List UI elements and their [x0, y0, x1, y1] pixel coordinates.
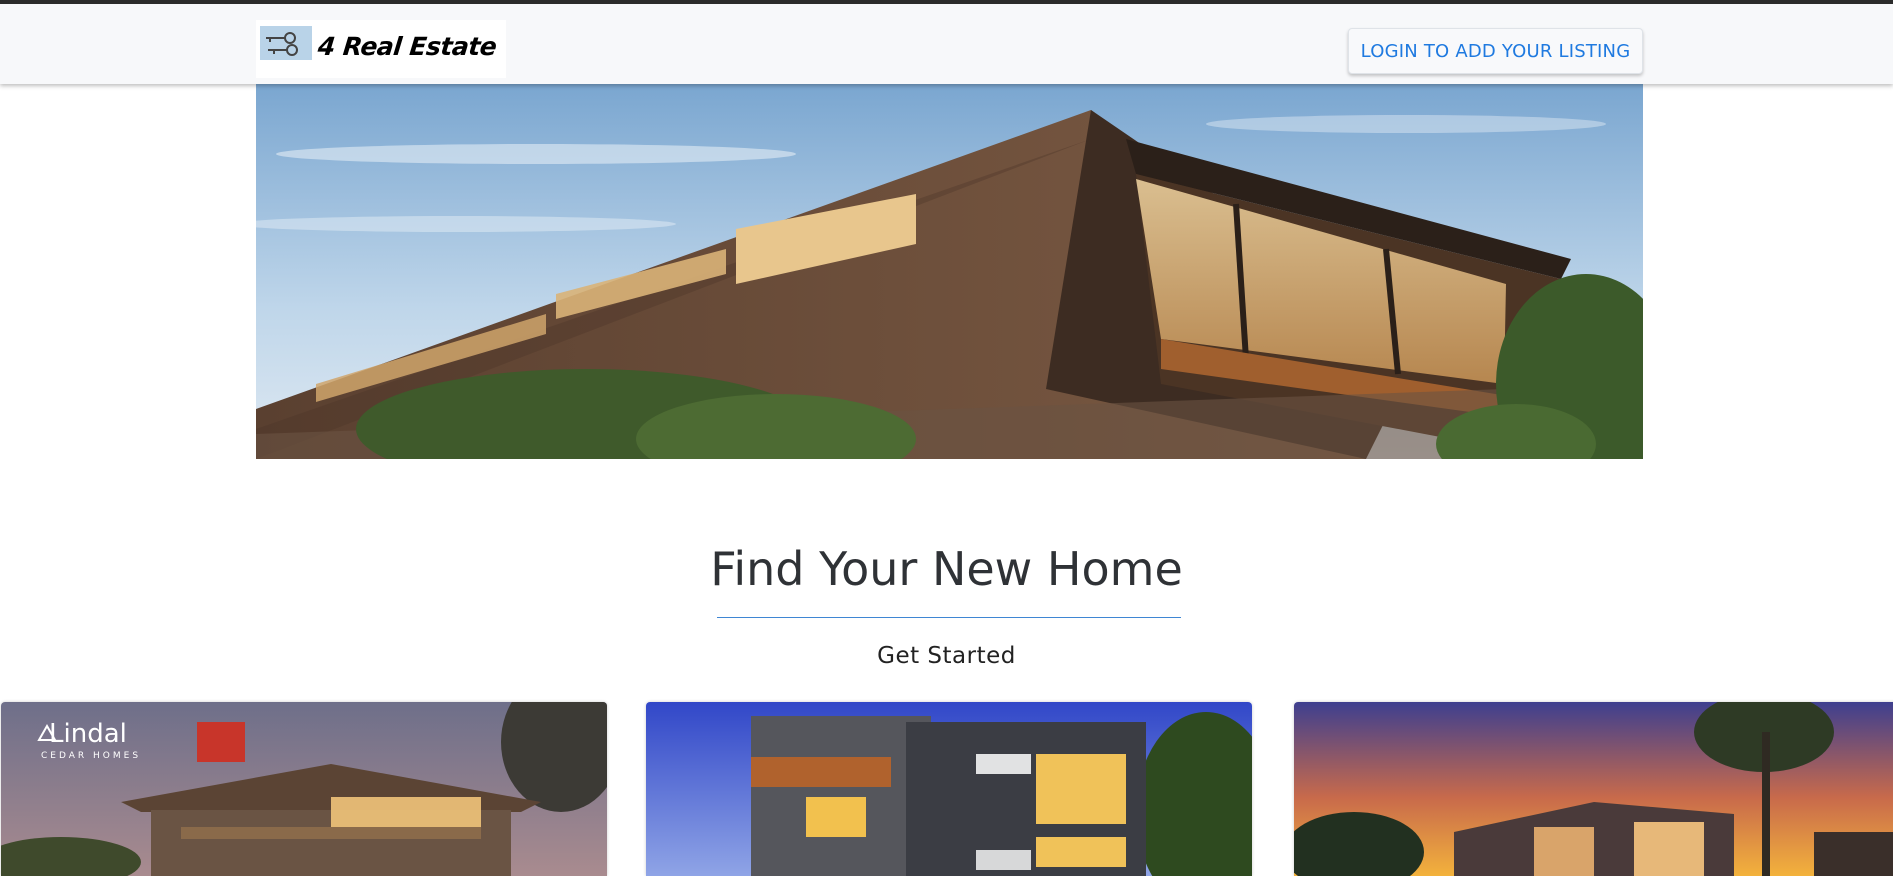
sunset-villa-image — [1294, 702, 1893, 876]
modern-townhouse-image — [646, 702, 1252, 876]
site-logo[interactable]: 4 Real Estate — [256, 20, 506, 78]
listing-card-3[interactable] — [1294, 702, 1893, 876]
keys-logo-icon — [260, 26, 312, 60]
get-started-subtitle: Get Started — [877, 643, 1016, 669]
lindal-brand-subtext: CEDAR HOMES — [41, 751, 141, 761]
cedar-house-image: Lindal CEDAR HOMES — [1, 702, 607, 876]
listing-card-1[interactable]: Lindal CEDAR HOMES — [1, 702, 607, 876]
logo-text: 4 Real Estate — [316, 32, 498, 61]
listing-card-2[interactable] — [646, 702, 1252, 876]
login-to-add-listing-button[interactable]: LOGIN TO ADD YOUR LISTING — [1348, 28, 1643, 74]
page-title: Find Your New Home — [710, 542, 1183, 596]
hero-image — [256, 84, 1643, 459]
title-divider — [717, 617, 1181, 618]
lindal-brand-text: Lindal — [49, 719, 127, 749]
top-navbar: 4 Real Estate LOGIN TO ADD YOUR LISTING — [0, 0, 1893, 84]
